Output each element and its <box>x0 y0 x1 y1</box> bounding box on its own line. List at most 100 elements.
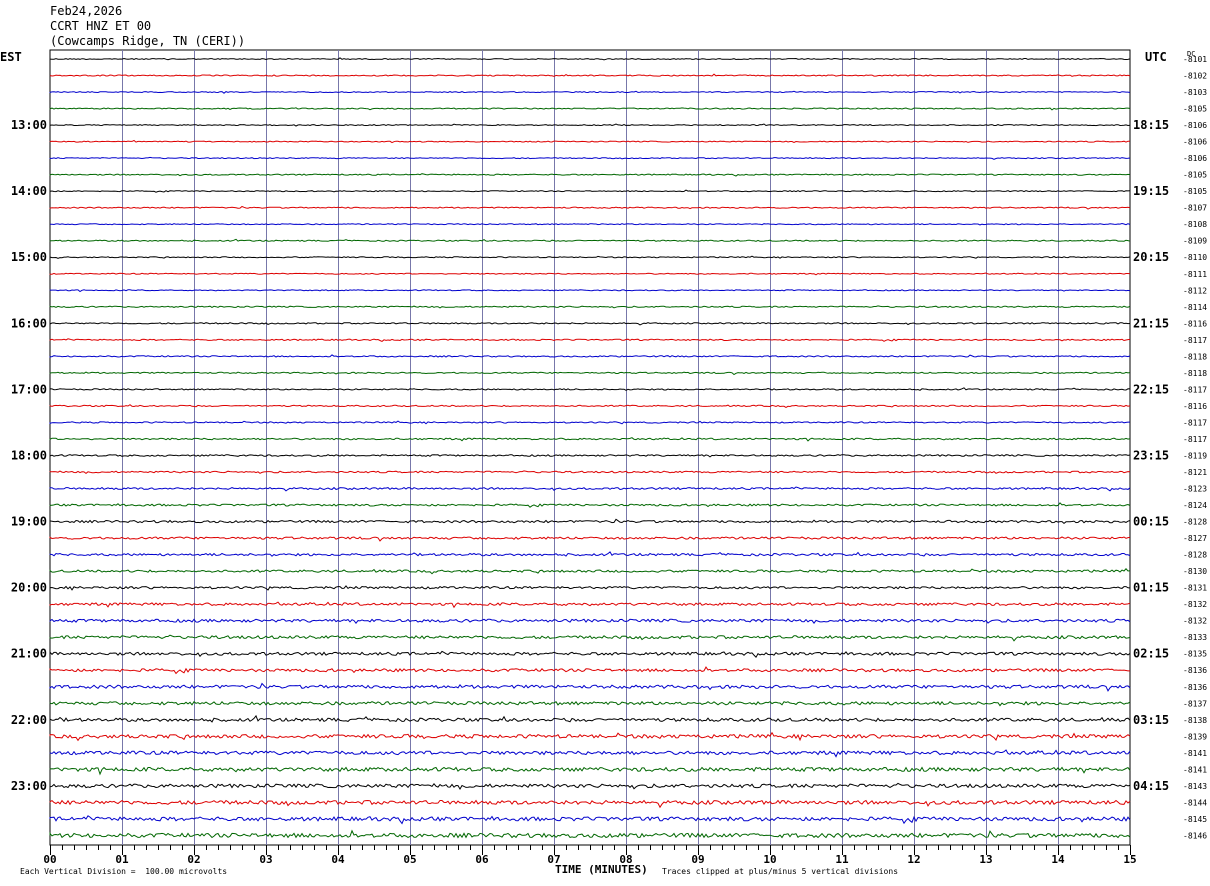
dc-offset-label: -8109 <box>1183 237 1207 246</box>
dc-offset-label: -8144 <box>1183 798 1207 807</box>
left-hour-label: 21:00 <box>11 647 47 661</box>
seismic-trace <box>49 766 1131 776</box>
dc-offset-label: -8143 <box>1183 782 1207 791</box>
seismic-trace <box>49 551 1131 557</box>
seismic-trace <box>49 371 1131 376</box>
x-tick-label: 10 <box>763 853 776 866</box>
dc-offset-label: -8137 <box>1183 699 1207 708</box>
seismic-trace <box>49 518 1131 525</box>
dc-offset-label: -8117 <box>1183 336 1207 345</box>
dc-offset-label: -8105 <box>1183 187 1207 196</box>
seismic-trace <box>49 205 1131 210</box>
seismic-trace <box>49 536 1131 542</box>
seismic-trace <box>49 387 1131 391</box>
x-tick-label: 03 <box>259 853 272 866</box>
dc-offset-label: -8131 <box>1183 584 1207 593</box>
seismic-trace <box>49 454 1131 458</box>
right-hour-label: 18:15 <box>1133 118 1169 132</box>
left-hour-label: 17:00 <box>11 382 47 396</box>
scale-note: Each Vertical Division = 100.00 microvol… <box>20 867 228 876</box>
x-tick-label: 12 <box>907 853 920 866</box>
seismic-trace <box>49 404 1131 408</box>
dc-offset-label: -8107 <box>1183 204 1207 213</box>
left-hour-label: 15:00 <box>11 250 47 264</box>
seismic-trace <box>49 305 1131 309</box>
seismic-trace <box>49 173 1131 177</box>
seismic-trace <box>49 731 1131 742</box>
dc-offset-label: -8141 <box>1183 749 1207 758</box>
seismic-trace <box>49 666 1130 675</box>
dc-offset-label: -8101 <box>1183 55 1207 64</box>
dc-offset-label: -8128 <box>1183 551 1207 560</box>
dc-offset-label: -8114 <box>1183 303 1207 312</box>
dc-offset-label: -8108 <box>1183 220 1207 229</box>
seismic-trace <box>49 272 1131 276</box>
seismic-trace <box>49 782 1131 790</box>
seismic-trace <box>50 222 1131 226</box>
seismic-trace <box>49 322 1131 326</box>
dc-offset-label: -8130 <box>1183 567 1207 576</box>
dc-offset-label: -8106 <box>1183 121 1207 130</box>
dc-offset-label: -8105 <box>1183 171 1207 180</box>
dc-offset-label: -8123 <box>1183 485 1207 494</box>
right-hour-label: 04:15 <box>1133 779 1169 793</box>
dc-offset-label: -8110 <box>1183 253 1207 262</box>
seismic-trace <box>49 107 1131 111</box>
dc-offset-label: -8146 <box>1183 831 1207 840</box>
right-hour-label: 20:15 <box>1133 250 1169 264</box>
seismic-trace <box>49 139 1130 144</box>
seismic-trace <box>49 829 1131 839</box>
seismic-trace <box>49 502 1131 508</box>
dc-offset-label: -8116 <box>1183 402 1207 411</box>
dc-offset-label: -8136 <box>1183 666 1207 675</box>
clip-note: Traces clipped at plus/minus 5 vertical … <box>662 867 899 876</box>
dc-offset-label: -8132 <box>1183 600 1207 609</box>
seismic-trace <box>49 682 1131 692</box>
x-tick-label: 01 <box>115 853 129 866</box>
seismic-trace <box>49 799 1131 809</box>
dc-offset-label: -8127 <box>1183 534 1207 543</box>
seismic-trace <box>49 470 1131 475</box>
dc-offset-label: -8139 <box>1183 732 1207 741</box>
seismogram-plot: -8101 -8102 -8103 -8105 -8106 -8106 -8106 -8105… <box>11 49 1207 866</box>
seismic-trace <box>49 568 1131 575</box>
seismic-trace <box>49 486 1131 492</box>
seismic-trace <box>49 156 1131 160</box>
left-hour-label: 16:00 <box>11 316 47 330</box>
seismic-trace <box>49 749 1131 758</box>
left-hour-label: 18:00 <box>11 449 47 463</box>
seismic-trace <box>49 90 1131 94</box>
x-tick-label: 14 <box>1051 853 1065 866</box>
seismic-trace <box>49 634 1131 642</box>
dc-offset-label: -8117 <box>1183 418 1207 427</box>
seismic-trace <box>49 585 1131 591</box>
dc-offset-label: -8141 <box>1183 765 1207 774</box>
x-tick-label: 00 <box>43 853 56 866</box>
seismic-trace <box>49 189 1131 193</box>
seismic-trace <box>49 123 1131 127</box>
seismic-trace <box>49 338 1131 342</box>
right-hour-label: 03:15 <box>1133 713 1169 727</box>
seismic-trace <box>49 650 1131 659</box>
x-tick-label: 11 <box>835 853 849 866</box>
right-hour-label: 22:15 <box>1133 382 1169 396</box>
dc-offset-label: -8103 <box>1183 88 1207 97</box>
x-tick-label: 05 <box>403 853 416 866</box>
dc-offset-label: -8106 <box>1183 138 1207 147</box>
left-hour-label: 19:00 <box>11 515 47 529</box>
dc-offset-label: -8136 <box>1183 683 1207 692</box>
dc-offset-label: -8112 <box>1183 286 1207 295</box>
x-tick-label: 06 <box>475 853 489 866</box>
seismic-trace <box>49 700 1131 707</box>
left-hour-label: 14:00 <box>11 184 47 198</box>
dc-offset-label: -8117 <box>1183 385 1207 394</box>
dc-offset-label: -8118 <box>1183 369 1207 378</box>
plot-frame <box>49 49 1131 846</box>
dc-offset-label: -8145 <box>1183 815 1207 824</box>
dc-offset-label: -8135 <box>1183 650 1207 659</box>
seismic-trace <box>49 618 1131 625</box>
left-hour-label: 20:00 <box>11 581 47 595</box>
seismic-trace <box>49 289 1131 293</box>
seismic-trace <box>49 601 1131 609</box>
dc-offset-label: -8102 <box>1183 72 1207 81</box>
